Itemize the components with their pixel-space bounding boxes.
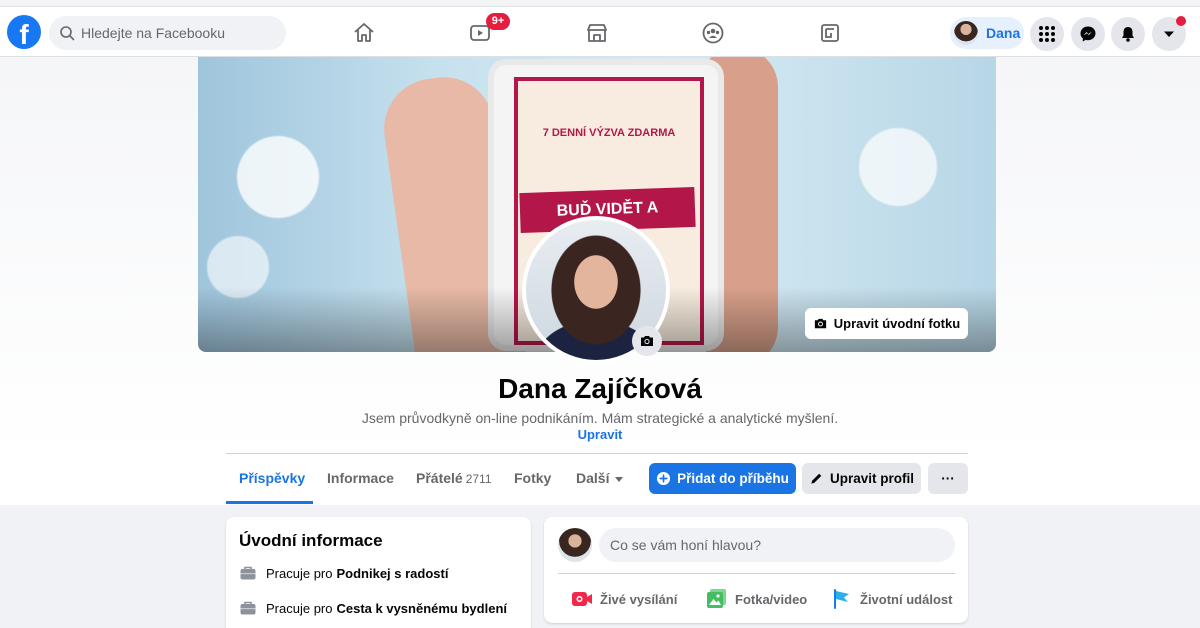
- profile-bio: Jsem průvodkyně on-line podnikáním. Mám …: [361, 410, 839, 426]
- caret-down-icon: [615, 476, 624, 482]
- intro-work-prefix: Pracuje pro: [266, 600, 333, 616]
- intro-work-item: Pracuje pro Cesta k vysněnému bydlení: [239, 599, 507, 617]
- notifications-button[interactable]: [1111, 17, 1145, 51]
- edit-profile-button[interactable]: Upravit profil: [802, 463, 921, 494]
- composer-input[interactable]: [599, 528, 955, 562]
- avatar[interactable]: [558, 528, 592, 562]
- post-composer: Živé vysílání Fotka/video Životní událos…: [544, 517, 968, 623]
- cover-headline-small: 7 DENNÍ VÝZVA ZDARMA: [542, 127, 676, 139]
- live-video-icon: [572, 592, 592, 606]
- menu-grid-button[interactable]: [1030, 17, 1064, 51]
- briefcase-icon: [240, 601, 256, 615]
- live-video-label: Živé vysílání: [600, 591, 678, 607]
- intro-title: Úvodní informace: [239, 531, 383, 550]
- photo-video-label: Fotka/video: [735, 591, 808, 607]
- facebook-logo-letter: f: [19, 19, 29, 49]
- briefcase-icon: [240, 566, 256, 580]
- intro-work-prefix: Pracuje pro: [266, 565, 333, 581]
- add-to-story-button[interactable]: Přidat do příběhu: [649, 463, 796, 494]
- profile-shortcut-name: Dana: [986, 25, 1021, 41]
- tab-friends-label: Přátelé: [416, 470, 463, 486]
- friends-count: 2711: [465, 472, 492, 486]
- tab-more-label: Další: [576, 470, 610, 486]
- camera-icon: [814, 318, 826, 329]
- messenger-button[interactable]: [1071, 17, 1105, 51]
- gaming-icon[interactable]: [816, 19, 844, 47]
- add-to-story-label: Přidat do příběhu: [677, 471, 789, 486]
- live-video-button[interactable]: Živé vysílání: [571, 583, 677, 615]
- active-tab-indicator: [226, 501, 313, 504]
- update-profile-picture-button[interactable]: [632, 326, 662, 356]
- menu-grid-icon: [1039, 26, 1055, 42]
- camera-icon: [641, 336, 653, 346]
- edit-profile-label: Upravit profil: [829, 471, 914, 486]
- bell-icon: [1122, 27, 1134, 42]
- home-icon[interactable]: [350, 19, 378, 47]
- plus-circle-icon: [657, 471, 671, 486]
- tab-photos-label: Fotky: [514, 470, 552, 486]
- life-event-button[interactable]: Životní událost: [831, 583, 952, 615]
- facebook-logo[interactable]: f: [7, 15, 41, 49]
- intro-work-place[interactable]: Podnikej s radostí: [336, 566, 448, 581]
- intro-card: Úvodní informace Pracuje pro Podnikej s r…: [226, 517, 531, 628]
- browser-strip: [0, 0, 1200, 7]
- more-options-button[interactable]: ···: [928, 463, 968, 494]
- life-event-label: Životní událost: [860, 591, 953, 607]
- photo-icon: [707, 589, 726, 608]
- search-box[interactable]: [49, 16, 286, 50]
- tab-posts-label: Příspěvky: [239, 470, 306, 486]
- search-icon: [60, 26, 75, 41]
- tab-posts[interactable]: Příspěvky: [239, 470, 305, 486]
- tab-photos[interactable]: Fotky: [514, 470, 551, 486]
- header-divider: [226, 453, 968, 454]
- more-options-label: ···: [941, 471, 955, 486]
- intro-work-place[interactable]: Cesta k vysněnému bydlení: [336, 601, 507, 616]
- composer-divider: [558, 573, 955, 574]
- groups-icon[interactable]: [699, 19, 727, 47]
- pencil-icon: [811, 473, 822, 484]
- tab-friends[interactable]: Přátelé 2711: [416, 470, 492, 486]
- tab-about[interactable]: Informace: [327, 470, 394, 486]
- profile-shortcut[interactable]: Dana: [950, 17, 1024, 49]
- tab-about-label: Informace: [327, 470, 394, 486]
- intro-work-item: Pracuje pro Podnikej s radostí: [239, 564, 448, 582]
- profile-name: Dana Zajíčková: [498, 373, 702, 404]
- chevron-down-icon: [1164, 31, 1174, 37]
- search-input[interactable]: [81, 25, 271, 41]
- edit-cover-photo-label: Upravit úvodní fotku: [833, 316, 961, 331]
- marketplace-icon[interactable]: [583, 19, 611, 47]
- avatar: [954, 21, 978, 45]
- photo-video-button[interactable]: Fotka/video: [706, 583, 807, 615]
- tab-more[interactable]: Další: [576, 470, 624, 486]
- edit-bio-link[interactable]: Upravit: [0, 427, 1200, 442]
- flag-icon: [834, 589, 849, 609]
- edit-bio-label: Upravit: [577, 427, 623, 442]
- notification-dot: [1176, 16, 1186, 26]
- messenger-icon: [1080, 26, 1096, 42]
- watch-badge: 9+: [486, 13, 510, 30]
- edit-cover-photo-button[interactable]: Upravit úvodní fotku: [805, 308, 968, 339]
